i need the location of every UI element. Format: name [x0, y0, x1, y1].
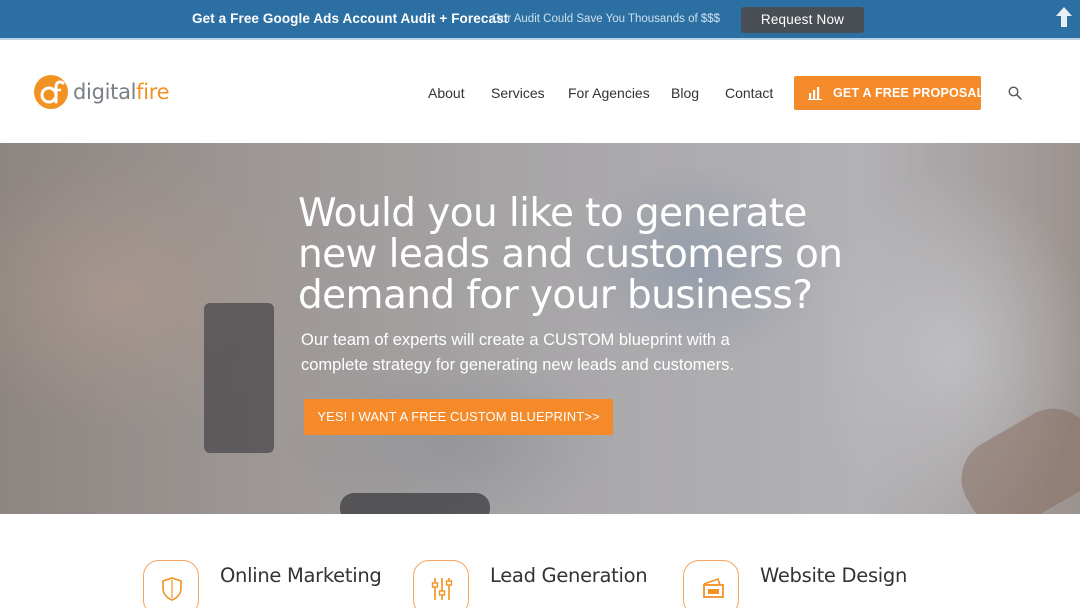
logo[interactable]: digitalfire [33, 74, 173, 114]
promo-bar: Get a Free Google Ads Account Audit + Fo… [0, 0, 1080, 40]
get-free-proposal-button[interactable]: GET A FREE PROPOSAL [794, 76, 984, 110]
site-header: digitalfire About Services For Agencies … [0, 42, 1080, 143]
shield-icon [143, 560, 199, 608]
logo-text: digitalfire [73, 80, 170, 104]
search-icon[interactable] [1008, 86, 1022, 100]
service-title: Website Design [760, 564, 908, 587]
free-blueprint-button[interactable]: YES! I WANT A FREE CUSTOM BLUEPRINT>> [304, 399, 613, 435]
get-free-proposal-label: GET A FREE PROPOSAL [833, 86, 985, 100]
logo-text-digital: digital [73, 80, 137, 104]
service-title: Online Marketing [220, 564, 382, 587]
nav-item-services[interactable]: Services [491, 85, 545, 101]
nav-item-about[interactable]: About [428, 85, 465, 101]
promo-subtext: Our Audit Could Save You Thousands of $$… [492, 13, 721, 25]
arrow-up-icon[interactable] [1053, 5, 1075, 29]
logo-text-fire: fire [136, 80, 170, 104]
logo-flame-icon [34, 75, 68, 109]
hero-title: Would you like to generate new leads and… [298, 191, 843, 318]
hero-description: Our team of experts will create a CUSTOM… [301, 331, 734, 374]
sliders-icon [413, 560, 469, 608]
nav-item-contact[interactable]: Contact [725, 85, 773, 101]
service-title: Lead Generation [490, 564, 648, 587]
hero-section: Would you like to generate new leads and… [0, 143, 1080, 514]
promo-headline: Get a Free Google Ads Account Audit + Fo… [192, 11, 509, 26]
nav-item-blog[interactable]: Blog [671, 85, 699, 101]
nav-item-for-agencies[interactable]: For Agencies [568, 85, 650, 101]
browser-icon [683, 560, 739, 608]
services-section: Online Marketing Lead Generation Website… [0, 514, 1080, 608]
request-now-button[interactable]: Request Now [741, 7, 864, 33]
bar-chart-icon [808, 87, 822, 100]
